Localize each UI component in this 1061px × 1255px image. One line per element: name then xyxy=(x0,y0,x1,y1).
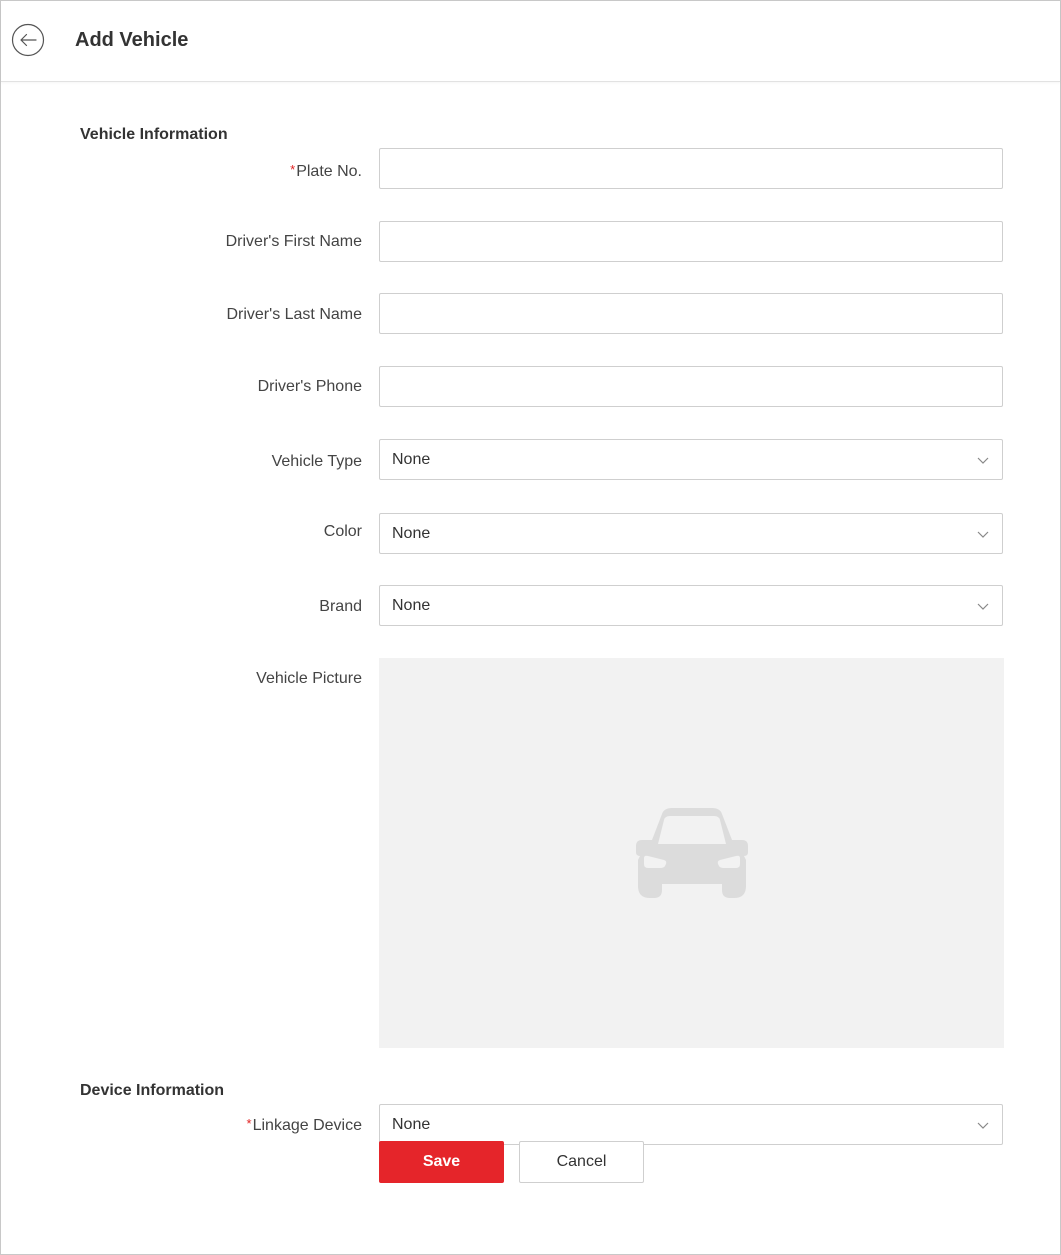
car-icon xyxy=(636,808,748,898)
color-select[interactable]: None xyxy=(379,513,1003,554)
cancel-button[interactable]: Cancel xyxy=(519,1141,644,1183)
linkage-device-label: *Linkage Device xyxy=(246,1116,362,1134)
required-marker: * xyxy=(246,1116,252,1131)
required-marker: * xyxy=(290,162,296,177)
brand-label: Brand xyxy=(319,598,362,615)
arrow-left-circle-icon xyxy=(11,23,45,57)
chevron-down-icon xyxy=(977,457,989,464)
color-label: Color xyxy=(323,523,362,540)
back-button[interactable] xyxy=(11,23,45,57)
driver-phone-label: Driver's Phone xyxy=(257,378,362,395)
save-button[interactable]: Save xyxy=(379,1141,504,1183)
vehicle-information-heading: Vehicle Information xyxy=(80,126,228,143)
add-vehicle-page: Add Vehicle Vehicle Information *Plate N… xyxy=(0,0,1061,1255)
brand-select[interactable]: None xyxy=(379,585,1003,626)
plate-no-label: *Plate No. xyxy=(290,162,362,180)
vehicle-picture-label: Vehicle Picture xyxy=(256,670,362,687)
linkage-device-select[interactable]: None xyxy=(379,1104,1003,1145)
brand-value: None xyxy=(392,597,431,614)
vehicle-type-value: None xyxy=(392,451,431,468)
driver-last-name-label: Driver's Last Name xyxy=(226,306,362,323)
driver-phone-input[interactable] xyxy=(379,366,1003,407)
page-header: Add Vehicle xyxy=(1,1,1060,82)
page-title: Add Vehicle xyxy=(75,29,189,51)
color-value: None xyxy=(392,525,431,542)
driver-first-name-label: Driver's First Name xyxy=(225,233,362,250)
chevron-down-icon xyxy=(977,531,989,538)
device-information-heading: Device Information xyxy=(80,1082,225,1099)
vehicle-picture-upload[interactable] xyxy=(379,658,1004,1048)
vehicle-type-select[interactable]: None xyxy=(379,439,1003,480)
driver-first-name-input[interactable] xyxy=(379,221,1003,262)
driver-last-name-input[interactable] xyxy=(379,293,1003,334)
plate-no-input[interactable] xyxy=(379,148,1003,189)
chevron-down-icon xyxy=(977,1122,989,1129)
vehicle-type-label: Vehicle Type xyxy=(271,453,362,470)
chevron-down-icon xyxy=(977,603,989,610)
linkage-device-value: None xyxy=(392,1116,431,1133)
